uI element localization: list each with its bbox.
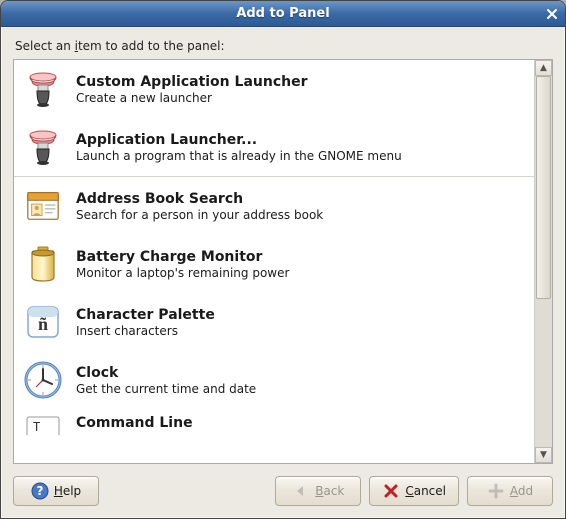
button-row: ? Help Back Cancel Add [13,464,553,506]
list-item-title: Custom Application Launcher [76,74,308,90]
cancel-button[interactable]: Cancel [369,476,459,506]
scroll-track[interactable] [535,76,552,447]
list-item-title: Application Launcher... [76,132,402,148]
window-title: Add to Panel [1,6,565,21]
list-item-title: Battery Charge Monitor [76,249,289,265]
applet-list-container: Custom Application Launcher Create a new… [13,59,553,464]
help-button[interactable]: ? Help [13,476,99,506]
terminal-icon: T [22,415,64,437]
back-icon [292,482,310,500]
list-item-text: Character Palette Insert characters [76,307,215,338]
cancel-icon [382,482,400,500]
dialog-window: Add to Panel Select an item to add to th… [0,0,566,519]
address-book-icon [22,185,64,227]
list-item[interactable]: Battery Charge Monitor Monitor a laptop'… [14,235,534,293]
list-item[interactable]: Custom Application Launcher Create a new… [14,60,534,118]
list-item-desc: Insert characters [76,324,215,338]
clock-icon [22,359,64,401]
help-icon: ? [31,482,49,500]
titlebar: Add to Panel [1,1,565,27]
list-item[interactable]: T Command Line [14,409,534,439]
button-label: Help [54,484,81,498]
launcher-icon [22,126,64,168]
list-item-title: Character Palette [76,307,215,323]
svg-text:?: ? [36,484,43,498]
character-palette-icon: ñ [22,301,64,343]
scroll-down-icon[interactable]: ▼ [535,447,552,463]
close-icon[interactable] [544,6,560,22]
list-item[interactable]: Application Launcher... Launch a program… [14,118,534,176]
svg-text:T: T [33,420,40,434]
prompt-label: Select an item to add to the panel: [15,39,553,53]
battery-icon [22,243,64,285]
back-button: Back [275,476,361,506]
list-item-title: Command Line [76,415,193,431]
list-item[interactable]: ñ Character Palette Insert characters [14,293,534,351]
list-item-text: Address Book Search Search for a person … [76,191,323,222]
list-item-title: Address Book Search [76,191,323,207]
button-label: Back [315,484,344,498]
button-label: Cancel [405,484,446,498]
dialog-body: Select an item to add to the panel: [1,27,565,518]
list-item-text: Battery Charge Monitor Monitor a laptop'… [76,249,289,280]
list-item-desc: Get the current time and date [76,382,256,396]
launcher-icon [22,68,64,110]
list-item-desc: Launch a program that is already in the … [76,149,402,163]
list-item-text: Application Launcher... Launch a program… [76,132,402,163]
add-button: Add [467,476,553,506]
list-item-desc: Monitor a laptop's remaining power [76,266,289,280]
list-item-title: Clock [76,365,256,381]
applet-list[interactable]: Custom Application Launcher Create a new… [14,60,534,463]
list-item-desc: Create a new launcher [76,91,308,105]
scroll-thumb[interactable] [536,76,551,299]
scrollbar[interactable]: ▲ ▼ [534,60,552,463]
list-item-text: Clock Get the current time and date [76,365,256,396]
list-item-text: Custom Application Launcher Create a new… [76,74,308,105]
scroll-up-icon[interactable]: ▲ [535,60,552,76]
list-item[interactable]: Clock Get the current time and date [14,351,534,409]
list-item-desc: Search for a person in your address book [76,208,323,222]
list-item-text: Command Line [76,415,193,431]
svg-text:ñ: ñ [38,314,48,334]
add-icon [487,482,505,500]
button-label: Add [510,484,533,498]
list-item[interactable]: Address Book Search Search for a person … [14,177,534,235]
